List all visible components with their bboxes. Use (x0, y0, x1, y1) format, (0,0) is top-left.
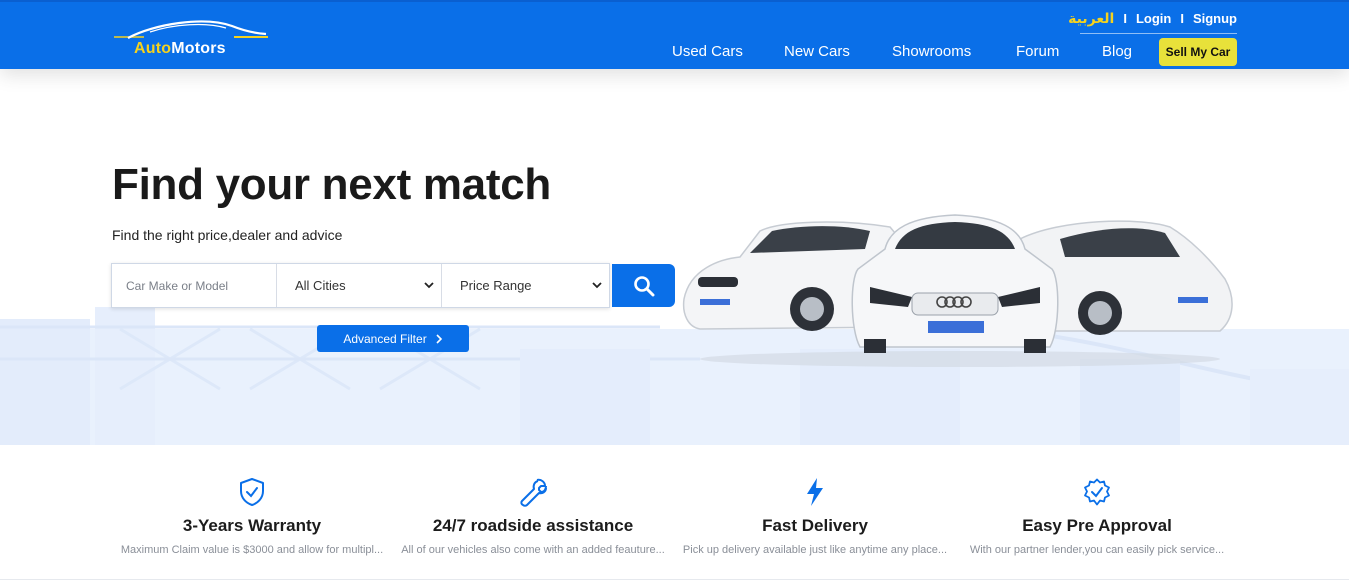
shield-check-icon (240, 478, 264, 506)
feature-title: Fast Delivery (762, 516, 868, 535)
login-link[interactable]: Login (1136, 11, 1171, 26)
city-select[interactable]: All Cities (277, 264, 442, 307)
chevron-right-icon (436, 333, 442, 344)
chevron-down-icon (424, 282, 434, 289)
cars-image (682, 214, 1233, 367)
nav-showrooms[interactable]: Showrooms (892, 43, 971, 60)
signup-link[interactable]: Signup (1193, 11, 1237, 26)
logo-text: AutoMotors (134, 40, 226, 58)
feature-description: Maximum Claim value is $3000 and allow f… (120, 544, 384, 556)
search-bar: All Cities Price Range (111, 263, 610, 308)
price-range-select[interactable]: Price Range (442, 264, 609, 307)
logo[interactable]: AutoMotors (110, 18, 270, 62)
search-icon (633, 275, 654, 296)
section-divider (0, 579, 1349, 580)
make-model-input[interactable] (126, 278, 276, 293)
nav-forum[interactable]: Forum (1016, 43, 1059, 60)
badge-check-icon (1084, 478, 1110, 506)
hero-title-rest: your next match (203, 160, 552, 209)
chevron-down-icon (592, 282, 602, 289)
sell-my-car-button[interactable]: Sell My Car (1159, 38, 1237, 66)
separator: I (1180, 10, 1184, 26)
hero-section: Find your next match Find the right pric… (0, 69, 1349, 445)
hero-title: Find your next match (112, 160, 551, 210)
make-model-field[interactable] (112, 264, 277, 307)
logo-text-auto: Auto (134, 40, 172, 57)
hero-subtitle: Find the right price,dealer and advice (112, 227, 343, 243)
feature-title: Easy Pre Approval (1022, 516, 1172, 535)
nav-blog[interactable]: Blog (1102, 43, 1132, 60)
nav-used-cars[interactable]: Used Cars (672, 43, 743, 60)
price-range-value: Price Range (460, 278, 532, 293)
search-button[interactable] (612, 264, 675, 307)
city-select-value: All Cities (295, 278, 346, 293)
feature-description: Pick up delivery available just like any… (682, 544, 948, 556)
wrench-icon (520, 478, 547, 507)
lightning-icon (807, 478, 823, 506)
site-header: AutoMotors العربية I Login I Signup Used… (0, 0, 1349, 69)
top-links-divider (1080, 33, 1237, 34)
nav-new-cars[interactable]: New Cars (784, 43, 850, 60)
advanced-filter-label: Advanced Filter (343, 331, 427, 346)
advanced-filter-button[interactable]: Advanced Filter (317, 325, 469, 352)
hero-title-bold: Find (112, 160, 204, 209)
features-section: 3-Years Warranty Maximum Claim value is … (0, 445, 1349, 582)
header-top-line (0, 0, 1349, 2)
feature-description: All of our vehicles also come with an ad… (401, 544, 665, 556)
logo-text-motors: Motors (171, 40, 226, 57)
feature-title: 3-Years Warranty (182, 516, 322, 535)
feature-description: With our partner lender,you can easily p… (969, 544, 1225, 556)
top-links: العربية I Login I Signup (1068, 9, 1237, 27)
language-link[interactable]: العربية (1068, 10, 1114, 27)
feature-title: 24/7 roadside assistance (432, 516, 634, 535)
separator: I (1123, 10, 1127, 26)
